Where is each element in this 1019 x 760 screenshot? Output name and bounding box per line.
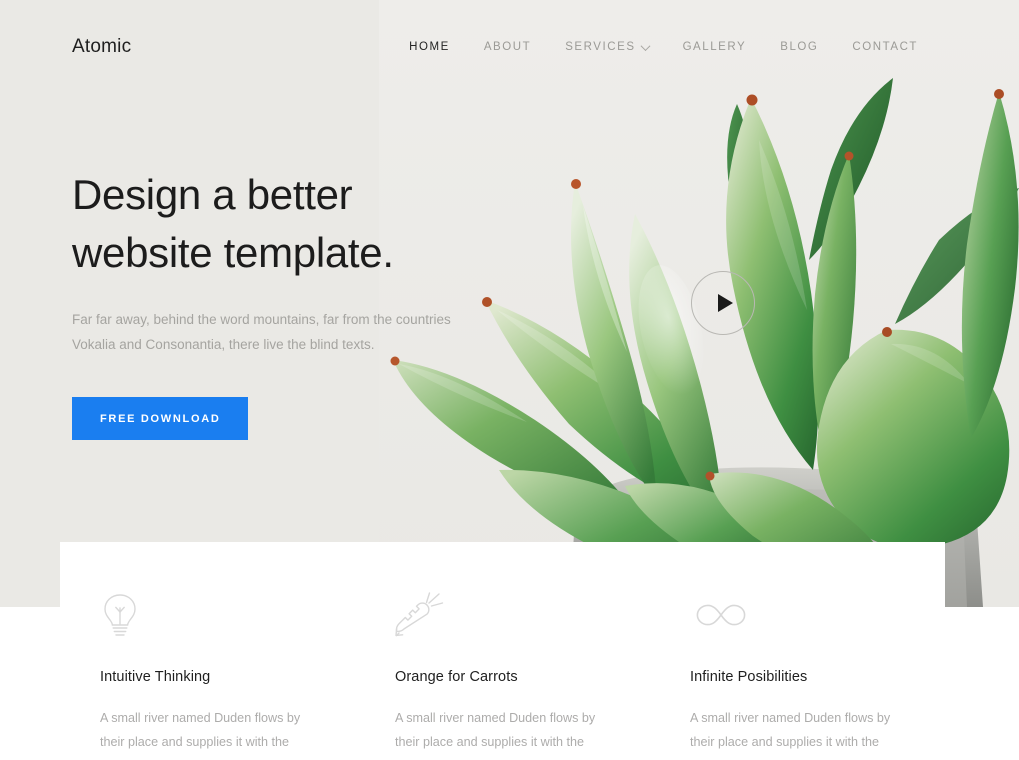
hero-copy: Design a better website template. Far fa… [72,166,502,440]
nav-label-about: ABOUT [483,41,532,53]
hero-subtitle: Far far away, behind the word mountains,… [72,307,472,357]
feature-text: A small river named Duden flows by their… [100,711,301,760]
hero-title-line-1: Design a better [72,171,353,218]
nav-label-contact: CONTACT [852,41,918,53]
brand-logo[interactable]: Atomic [72,36,131,58]
feature-title: Orange for Carrots [395,669,518,685]
lightbulb-icon [100,592,323,638]
page-title: Design a better website template. [72,166,502,282]
infinity-icon [690,592,913,638]
nav-item-gallery[interactable]: GALLERY [666,39,764,55]
feature-title: Intuitive Thinking [100,669,211,685]
play-video-button[interactable] [691,271,755,335]
page-root: Design a better website template. Far fa… [0,0,1019,760]
nav-item-about[interactable]: ABOUT [467,39,548,55]
free-download-button[interactable]: FREE DOWNLOAD [72,397,249,440]
feature-item-orange-for-carrots: Orange for Carrots A small river named D… [355,592,650,760]
nav-item-contact[interactable]: CONTACT [835,39,935,55]
nav-label-gallery: GALLERY [682,41,747,53]
carrot-icon [395,592,618,638]
nav-item-blog[interactable]: BLOG [763,39,835,55]
feature-item-intuitive-thinking: Intuitive Thinking A small river named D… [60,592,355,760]
feature-item-infinite-posibilities: Infinite Posibilities A small river name… [650,592,945,760]
play-icon [717,294,733,312]
site-header: Atomic HOME ABOUT SERVICES GALLERY BLOG … [0,0,1019,94]
hero-subtitle-line-1: Far far away, behind the word mountains,… [72,312,393,327]
chevron-down-icon [640,40,651,51]
nav-item-services[interactable]: SERVICES [548,39,665,55]
nav-label-blog: BLOG [780,41,819,53]
main-navigation: HOME ABOUT SERVICES GALLERY BLOG CONTACT [392,39,935,55]
feature-text: A small river named Duden flows by their… [395,711,596,760]
hero-title-line-2: website template. [72,229,394,276]
nav-item-home[interactable]: HOME [392,39,467,55]
features-card: Intuitive Thinking A small river named D… [60,542,945,760]
feature-title: Infinite Posibilities [690,669,808,685]
feature-text: A small river named Duden flows by their… [690,711,891,760]
nav-label-services: SERVICES [565,41,636,53]
nav-label-home: HOME [409,41,450,53]
